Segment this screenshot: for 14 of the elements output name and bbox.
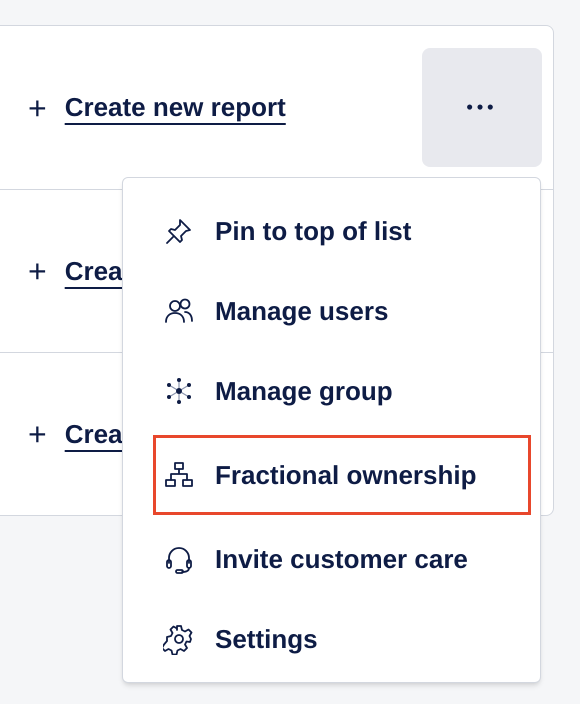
menu-item[interactable]: Pin to top of list [153, 191, 530, 271]
menu-item[interactable]: Settings [153, 599, 530, 679]
more-button[interactable]: ••• [422, 48, 542, 167]
plus-icon: + [28, 418, 47, 450]
plus-icon: + [28, 255, 47, 287]
plus-icon: + [28, 92, 47, 124]
menu-item[interactable]: Invite customer care [153, 519, 530, 599]
create-report-link[interactable]: Create new report [64, 88, 286, 127]
create-report-link[interactable]: Crea [64, 414, 123, 454]
menu-item[interactable]: Manage users [153, 271, 530, 351]
menu-item[interactable]: Fractional ownership [153, 435, 531, 515]
menu-item[interactable]: Manage group [153, 351, 530, 431]
settings-icon [163, 623, 195, 655]
create-report-link[interactable]: Crea [64, 252, 123, 290]
